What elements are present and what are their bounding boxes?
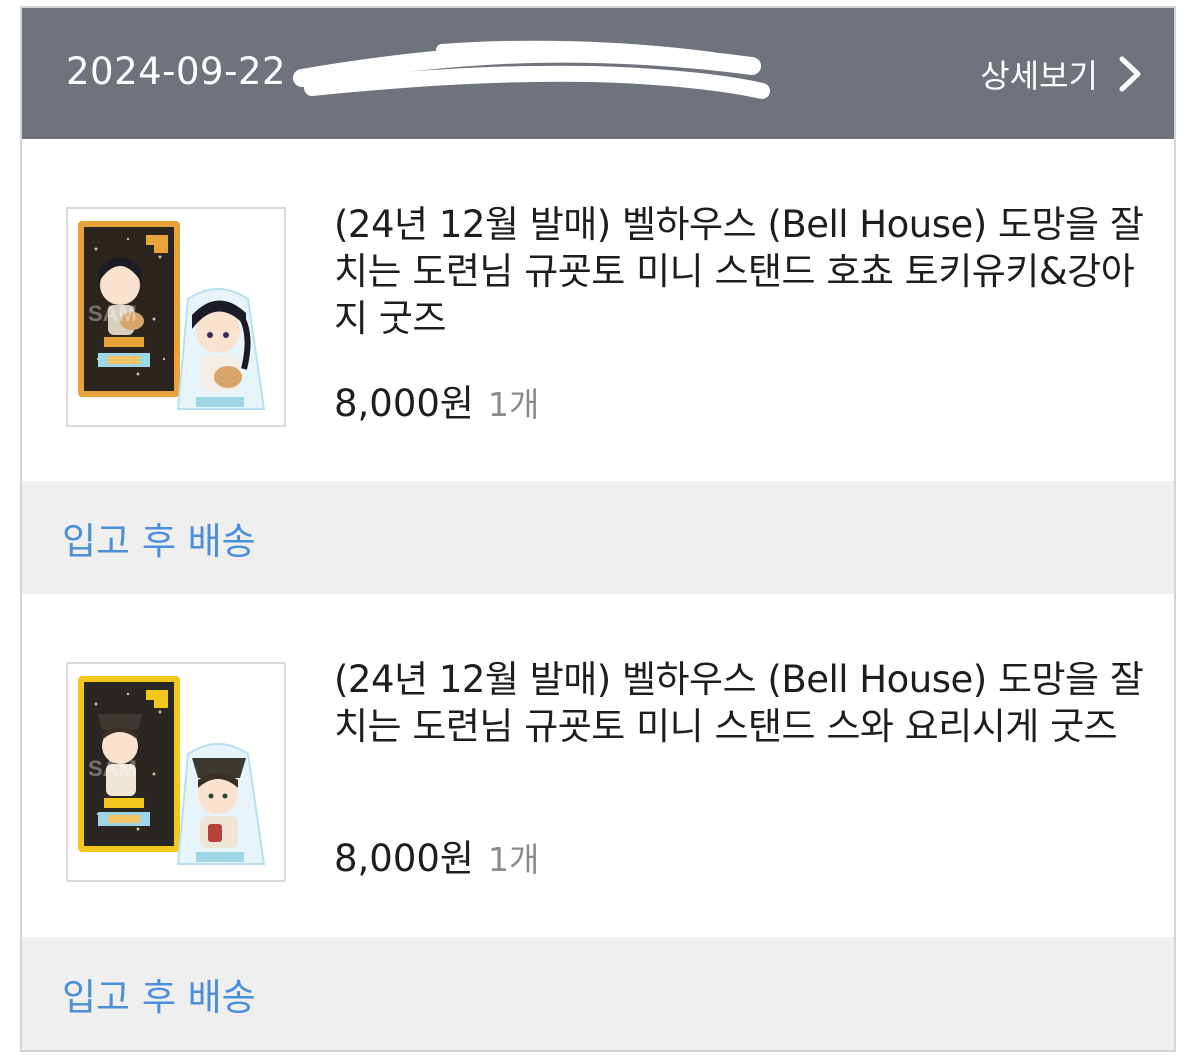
view-details-label: 상세보기 — [980, 57, 1098, 95]
svg-text:SAM: SAM — [88, 756, 137, 781]
svg-text:SAM: SAM — [88, 301, 137, 326]
product-thumbnail[interactable]: SAM — [66, 662, 286, 882]
acrylic-stand-image: SAM — [78, 221, 266, 410]
order-item[interactable]: SAM (24년 12월 발매) 벨하우스 (Bell House) 도망을 잘… — [22, 594, 1174, 934]
view-details-link[interactable]: 상세보기 — [980, 48, 1144, 100]
order-date: 2024-09-22 — [66, 50, 287, 93]
product-thumbnail[interactable]: SAM — [66, 207, 286, 427]
price-row: 8,000원 1개 — [334, 373, 539, 427]
shipping-status-label[interactable]: 입고 후 배송 — [62, 967, 256, 1021]
shipping-status-bar: 입고 후 배송 — [22, 481, 1174, 594]
order-card: 2024-09-22 상세보기 SAM (24년 12월 발매) 벨하우스 (B… — [20, 6, 1176, 1052]
shipping-status-bar: 입고 후 배송 — [22, 937, 1174, 1050]
product-title[interactable]: (24년 12월 발매) 벨하우스 (Bell House) 도망을 잘 치는 … — [334, 656, 1144, 750]
order-item[interactable]: SAM (24년 12월 발매) 벨하우스 (Bell House) 도망을 잘… — [22, 139, 1174, 479]
product-title[interactable]: (24년 12월 발매) 벨하우스 (Bell House) 도망을 잘 치는 … — [334, 201, 1144, 342]
product-price: 8,000원 — [334, 837, 474, 880]
price-row: 8,000원 1개 — [334, 828, 539, 882]
acrylic-stand-image: SAM — [78, 676, 266, 865]
product-price: 8,000원 — [334, 382, 474, 425]
chevron-right-icon — [1119, 56, 1141, 92]
shipping-status-label[interactable]: 입고 후 배송 — [62, 511, 256, 565]
order-header: 2024-09-22 상세보기 — [22, 8, 1174, 139]
product-quantity: 1개 — [487, 385, 540, 424]
product-quantity: 1개 — [487, 840, 540, 879]
redaction-scribble — [293, 40, 770, 99]
